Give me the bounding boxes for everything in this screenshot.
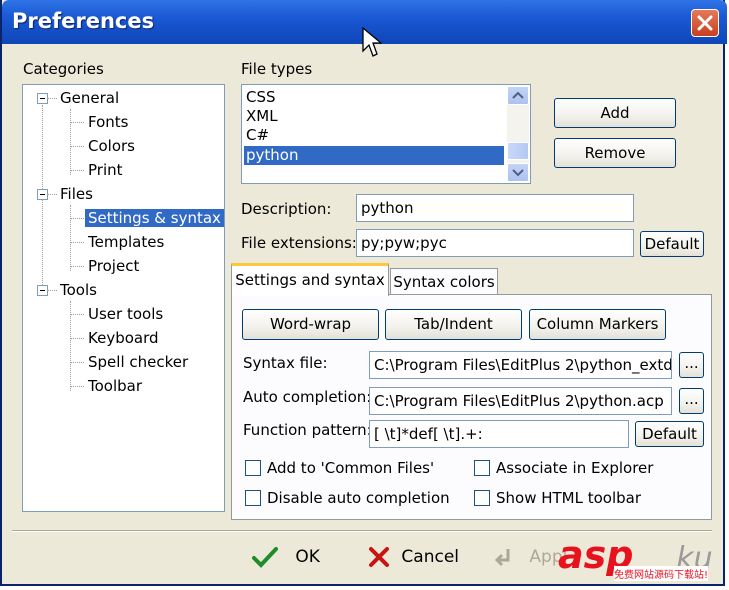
- chevron-down-icon: [512, 169, 524, 177]
- tree-item-files[interactable]: Files: [60, 185, 93, 203]
- add-common-files-checkbox[interactable]: [245, 460, 261, 476]
- tree-item-project[interactable]: Project: [88, 257, 139, 275]
- tree-item-templates[interactable]: Templates: [88, 233, 164, 251]
- disable-auto-completion-checkbox[interactable]: [245, 490, 261, 506]
- list-item-css[interactable]: CSS: [246, 88, 276, 107]
- syntax-file-input[interactable]: C:\Program Files\EditPlus 2\python_extd.: [369, 351, 672, 379]
- syntax-file-browse-button[interactable]: ...: [679, 352, 704, 378]
- syntax-file-label: Syntax file:: [243, 354, 328, 372]
- associate-explorer-label[interactable]: Associate in Explorer: [496, 459, 653, 477]
- auto-completion-browse-button[interactable]: ...: [679, 388, 704, 414]
- watermark-subtitle: 免费网站源码下载站!: [614, 566, 709, 581]
- tree-item-user-tools[interactable]: User tools: [88, 305, 163, 323]
- tree-item-fonts[interactable]: Fonts: [88, 113, 128, 131]
- checkmark-icon: [252, 547, 278, 568]
- tree-item-colors[interactable]: Colors: [88, 137, 135, 155]
- list-item-xml[interactable]: XML: [246, 107, 278, 126]
- extensions-default-button[interactable]: Default: [640, 231, 704, 257]
- function-pattern-label: Function pattern:: [243, 421, 372, 439]
- mouse-cursor-icon: [362, 27, 382, 57]
- column-markers-button[interactable]: Column Markers: [529, 309, 666, 340]
- categories-tree[interactable]: General Fonts Colors Print Files Setting…: [22, 84, 225, 512]
- show-html-toolbar-checkbox[interactable]: [474, 490, 490, 506]
- cancel-label: Cancel: [401, 547, 459, 567]
- tree-item-print[interactable]: Print: [88, 161, 123, 179]
- categories-label: Categories: [23, 60, 104, 78]
- add-button[interactable]: Add: [554, 98, 676, 128]
- associate-explorer-checkbox[interactable]: [474, 460, 490, 476]
- auto-completion-input[interactable]: C:\Program Files\EditPlus 2\python.acp: [369, 387, 672, 415]
- disable-auto-completion-label[interactable]: Disable auto completion: [267, 489, 450, 507]
- tree-item-toolbar[interactable]: Toolbar: [88, 377, 142, 395]
- footer-separator: [12, 530, 712, 532]
- add-common-files-label[interactable]: Add to 'Common Files': [267, 459, 434, 477]
- file-types-label: File types: [241, 60, 313, 78]
- files-collapse-toggle[interactable]: [37, 189, 48, 200]
- close-button[interactable]: [691, 9, 719, 37]
- tree-item-spell-checker[interactable]: Spell checker: [88, 353, 188, 371]
- tree-item-general[interactable]: General: [60, 89, 119, 107]
- tree-item-keyboard[interactable]: Keyboard: [88, 329, 159, 347]
- file-extensions-input[interactable]: py;pyw;pyc: [356, 229, 634, 257]
- window-title: Preferences: [12, 9, 155, 33]
- close-icon: [697, 15, 713, 31]
- general-collapse-toggle[interactable]: [37, 93, 48, 104]
- cancel-button[interactable]: Cancel: [368, 546, 459, 568]
- show-html-toolbar-label[interactable]: Show HTML toolbar: [496, 489, 641, 507]
- remove-button[interactable]: Remove: [554, 138, 676, 168]
- cancel-x-icon: [369, 547, 389, 567]
- list-item-python[interactable]: python: [244, 146, 504, 165]
- apply-arrow-icon: [494, 549, 510, 567]
- tree-item-settings-syntax[interactable]: Settings & syntax: [85, 209, 224, 227]
- tree-item-tools[interactable]: Tools: [60, 281, 97, 299]
- tab-syntax-colors[interactable]: Syntax colors: [390, 268, 498, 295]
- scroll-down-button[interactable]: [507, 163, 529, 182]
- file-types-list[interactable]: CSS XML C# python: [241, 84, 531, 184]
- function-pattern-input[interactable]: [ \t]*def[ \t].+:: [369, 420, 629, 448]
- ok-label: OK: [295, 547, 320, 567]
- auto-completion-label: Auto completion:: [243, 388, 372, 406]
- scroll-up-button[interactable]: [507, 86, 529, 105]
- chevron-up-icon: [512, 91, 524, 99]
- file-types-scrollbar[interactable]: [507, 86, 529, 182]
- ok-button[interactable]: OK: [252, 546, 320, 568]
- list-item-csharp[interactable]: C#: [246, 126, 269, 145]
- scroll-thumb[interactable]: [507, 142, 529, 160]
- function-pattern-default-button[interactable]: Default: [635, 421, 704, 447]
- word-wrap-button[interactable]: Word-wrap: [242, 309, 379, 340]
- description-input[interactable]: python: [356, 194, 634, 222]
- preferences-window: Preferences Categories General Fonts Col…: [0, 0, 727, 586]
- apply-button[interactable]: Appl: [494, 546, 567, 568]
- tab-indent-button[interactable]: Tab/Indent: [385, 309, 522, 340]
- tab-settings-and-syntax[interactable]: Settings and syntax: [231, 263, 389, 296]
- tools-collapse-toggle[interactable]: [37, 285, 48, 296]
- file-extensions-label: File extensions:: [241, 234, 357, 252]
- description-label: Description:: [241, 200, 332, 218]
